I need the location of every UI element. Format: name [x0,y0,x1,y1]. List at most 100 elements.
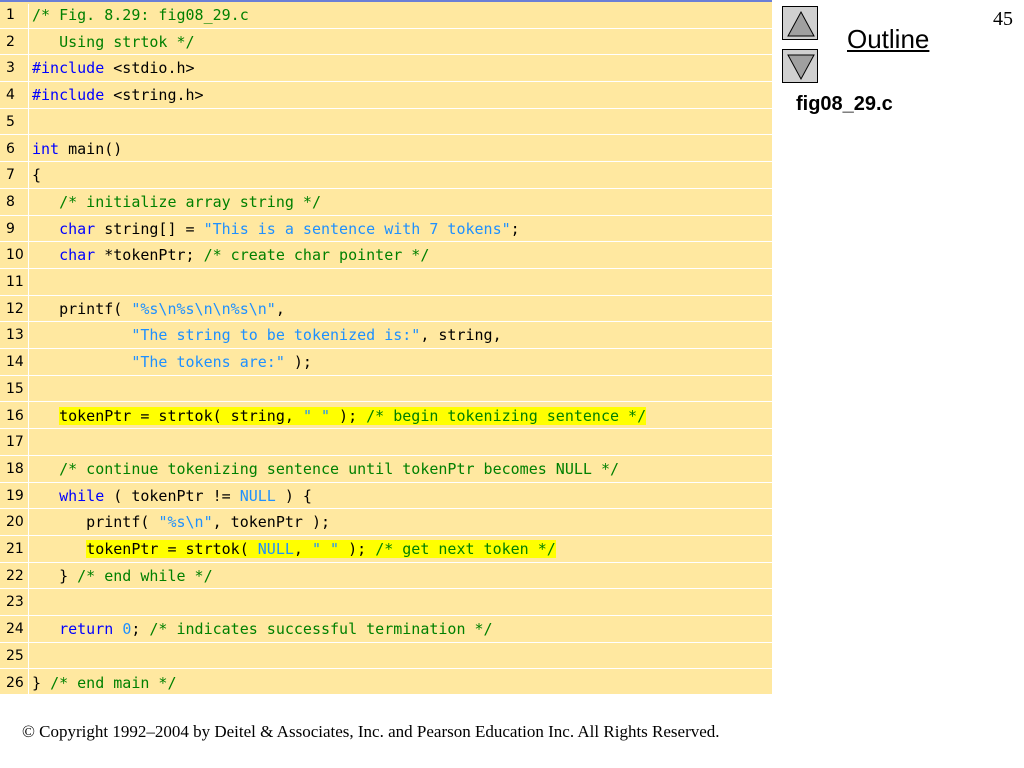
code-line: 22 } /* end while */ [0,563,772,590]
code-token: "The string to be tokenized is:" [131,326,421,345]
code-token: string[] = [95,219,204,238]
line-number: 23 [6,594,24,611]
code-line: 13 "The string to be tokenized is:", str… [0,322,772,349]
code-token: NULL [257,540,294,558]
code-line: 1 /* Fig. 8.29: fig08_29.c [0,2,772,29]
code-token: Using strtok */ [32,32,195,51]
code-line: 9 char string[] = "This is a sentence wi… [0,216,772,243]
code-text: { [32,162,41,189]
code-token: , [293,540,312,558]
code-text: printf( "%s\n%s\n\n%s\n", [32,296,285,323]
code-token: char [59,219,96,238]
line-number: 22 [6,567,24,584]
code-token: ); [339,540,376,558]
code-text: char *tokenPtr; /* create char pointer *… [32,242,429,269]
line-number: 11 [6,274,24,290]
line-number: 26 [6,674,24,691]
line-number: 7 [6,167,15,184]
code-line: 7{ [0,162,772,189]
code-token: main() [59,139,123,158]
line-number: 9 [6,220,15,237]
code-text: int main() [32,136,122,163]
line-number: 15 [6,380,24,397]
up-arrow-icon [787,10,815,37]
code-token: /* initialize array string */ [59,192,321,211]
code-token: " " [302,406,331,425]
line-number: 18 [6,460,24,477]
line-number: 20 [6,514,24,531]
line-number: 6 [6,140,15,157]
code-token: int [32,139,60,158]
code-text: Using strtok */ [32,29,195,56]
code-text: tokenPtr = strtok( NULL, " " ); /* get n… [32,536,556,563]
code-token: " " [311,540,340,558]
code-token: while [59,486,105,505]
code-line: 15 [0,376,772,403]
code-token: { [32,166,42,185]
code-token: ; [131,620,150,639]
line-number: 13 [6,327,24,344]
line-number: 24 [6,621,24,638]
code-text: tokenPtr = strtok( string, " " ); /* beg… [32,403,647,430]
code-line: 20 printf( "%s\n", tokenPtr ); [0,509,772,536]
outline-link[interactable]: Outline [847,24,929,55]
line-number: 10 [6,247,24,264]
line-number: 5 [6,113,15,130]
code-token: ); [284,353,312,372]
line-number: 8 [6,193,15,210]
line-number: 2 [6,33,15,50]
code-token: /* end main */ [50,673,177,692]
down-arrow-icon [787,54,815,81]
code-token: char [59,246,96,265]
code-text: /* initialize array string */ [32,189,321,216]
code-text: while ( tokenPtr != NULL ) { [32,483,312,510]
code-line: 2 Using strtok */ [0,29,772,56]
code-line: 11 [0,269,772,296]
next-slide-button[interactable] [782,49,818,83]
code-token: 0 [122,620,132,639]
code-token: /* begin tokenizing sentence */ [366,406,647,425]
code-line: 4 #include <string.h> [0,82,772,109]
code-line: 16 tokenPtr = strtok( string, " " ); /* … [0,403,772,430]
code-token: /* end while */ [77,566,213,585]
code-token: ); [330,406,367,425]
code-token: /* Fig. 8.29: fig08_29.c [32,6,249,24]
code-text: "The string to be tokenized is:", string… [32,322,502,349]
code-token: } [32,566,78,585]
code-token: NULL [239,486,276,505]
code-text: /* Fig. 8.29: fig08_29.c [32,2,249,29]
code-token: /* get next token */ [375,540,556,558]
code-token: , string, [420,326,502,345]
code-token: ) { [275,486,312,505]
previous-slide-button[interactable] [782,6,818,40]
code-token: ( tokenPtr != [104,486,240,505]
code-text: } /* end main */ [32,670,177,697]
file-name-label: fig08_29.c [796,93,893,115]
code-line: 6 int main() [0,136,772,163]
code-line: 23 [0,589,772,616]
code-line: 8 /* initialize array string */ [0,189,772,216]
line-number: 12 [6,300,24,317]
code-token: printf( [32,513,159,532]
code-line: 10 char *tokenPtr; /* create char pointe… [0,242,772,269]
code-token: *tokenPtr; [95,246,204,265]
code-text: char string[] = "This is a sentence with… [32,216,520,243]
code-token: ; [510,219,520,238]
code-listing: 1 /* Fig. 8.29: fig08_29.c 2 Using strtok … [0,0,772,697]
code-token: /* create char pointer */ [203,246,430,265]
code-line: 19 while ( tokenPtr != NULL ) { [0,483,772,510]
code-text: return 0; /* indicates successful termin… [32,616,493,643]
code-token: /* indicates successful termination */ [149,620,493,639]
code-token: "%s\n" [158,513,213,532]
code-token: #include [32,59,105,78]
